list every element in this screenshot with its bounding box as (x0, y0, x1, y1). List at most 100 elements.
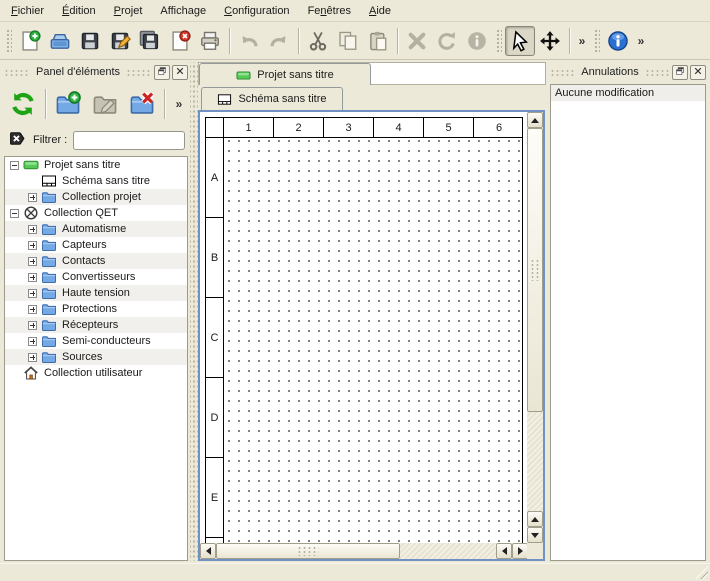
qelectrotech-window: FichierÉditionProjetAffichageConfigurati… (0, 0, 710, 581)
panel-toolbar-extension-button[interactable]: » (170, 95, 188, 113)
tree-item-recepteurs[interactable]: Récepteurs (5, 317, 187, 333)
vscroll-down-button[interactable] (527, 527, 543, 543)
vscroll-track[interactable] (527, 412, 543, 511)
toolbar-handle[interactable] (593, 28, 600, 54)
tree-item-collection-utilisateur[interactable]: Collection utilisateur (5, 365, 187, 381)
select-mode-button[interactable] (505, 26, 535, 56)
expander-minus-icon[interactable] (9, 160, 20, 171)
menu-configuration[interactable]: Configuration (215, 1, 298, 21)
project-icon (236, 68, 251, 83)
new-file-button[interactable] (15, 26, 45, 56)
tree-item-capteurs[interactable]: Capteurs (5, 237, 187, 253)
tab-schema[interactable]: Schéma sans titre (201, 87, 343, 110)
open-file-button[interactable] (45, 26, 75, 56)
vscroll-up-button[interactable] (527, 112, 543, 128)
expander-plus-icon[interactable] (27, 336, 38, 347)
tab-project[interactable]: Projet sans titre (199, 63, 371, 86)
vscroll-up2-button[interactable] (527, 511, 543, 527)
expander-minus-icon[interactable] (9, 208, 20, 219)
pan-mode-button[interactable] (535, 26, 565, 56)
expander-plus-icon[interactable] (27, 192, 38, 203)
row-label-E: E (206, 458, 223, 538)
edit-category-button[interactable] (88, 87, 122, 121)
expander-plus-icon[interactable] (27, 256, 38, 267)
close-file-button[interactable] (165, 26, 195, 56)
tree-item-automatisme[interactable]: Automatisme (5, 221, 187, 237)
dock-close-button[interactable] (690, 65, 706, 80)
tree-item-sources[interactable]: Sources (5, 349, 187, 365)
tree-item-collection-projet[interactable]: Collection projet (5, 189, 187, 205)
dock-float-button[interactable] (154, 65, 170, 80)
expander-plus-icon[interactable] (27, 288, 38, 299)
redo-button[interactable] (264, 26, 294, 56)
delete-category-button[interactable] (125, 87, 159, 121)
expander-plus-icon[interactable] (27, 272, 38, 283)
hscroll-left-button[interactable] (200, 543, 216, 559)
panel-splitter[interactable] (190, 62, 198, 561)
copy-button[interactable] (333, 26, 363, 56)
tree-item-schema-sans-titre[interactable]: Schéma sans titre (5, 173, 187, 189)
menu-aide[interactable]: Aide (360, 1, 400, 21)
expander-plus-icon[interactable] (27, 240, 38, 251)
tree-item-protections[interactable]: Protections (5, 301, 187, 317)
expander-plus-icon[interactable] (27, 224, 38, 235)
element-info-button[interactable] (462, 26, 492, 56)
menu-fenetres[interactable]: Fenêtres (299, 1, 360, 21)
column-label-4: 4 (374, 118, 424, 137)
copy-icon (334, 27, 362, 55)
new-category-button[interactable] (51, 87, 85, 121)
toolbar-extension-button[interactable]: » (574, 30, 590, 52)
undo-panel-titlebar: Annulations (548, 62, 708, 82)
toolbar-handle[interactable] (5, 28, 12, 54)
menu-projet[interactable]: Projet (105, 1, 152, 21)
dock-float-button[interactable] (672, 65, 688, 80)
delete-button[interactable] (402, 26, 432, 56)
toolbar-extension-button[interactable]: » (633, 30, 649, 52)
new-document-icon (16, 27, 44, 55)
paste-button[interactable] (363, 26, 393, 56)
expander-plus-icon[interactable] (27, 352, 38, 363)
undo-button[interactable] (234, 26, 264, 56)
hscroll-right-button[interactable] (512, 543, 528, 559)
undo-list-item[interactable]: Aucune modification (551, 85, 705, 101)
save-button[interactable] (75, 26, 105, 56)
dock-close-button[interactable] (172, 65, 188, 80)
tree-line (27, 176, 38, 187)
project-area: Projet sans titre Schéma sans titre 1234… (198, 62, 546, 561)
tree-item-haute-tension[interactable]: Haute tension (5, 285, 187, 301)
save-all-button[interactable] (135, 26, 165, 56)
hscroll-thumb[interactable] (216, 543, 400, 559)
tree-item-projet-sans-titre[interactable]: Projet sans titre (5, 157, 187, 173)
resize-grip[interactable] (695, 566, 708, 579)
tree-item-semi-conducteurs[interactable]: Semi-conducteurs (5, 333, 187, 349)
column-label-2: 2 (274, 118, 324, 137)
reload-collections-button[interactable] (6, 87, 40, 121)
menu-fichier[interactable]: Fichier (2, 1, 53, 21)
schema-canvas[interactable]: 123456 ABCDE (200, 112, 543, 559)
cut-icon (304, 27, 332, 55)
save-as-button[interactable] (105, 26, 135, 56)
menu-edition[interactable]: Édition (53, 1, 105, 21)
hscroll-left2-button[interactable] (496, 543, 512, 559)
vscroll-thumb[interactable] (527, 128, 543, 412)
toolbar-separator (229, 28, 230, 54)
close-document-icon (166, 27, 194, 55)
filter-input[interactable] (73, 131, 185, 150)
menu-affichage[interactable]: Affichage (151, 1, 215, 21)
tree-item-contacts[interactable]: Contacts (5, 253, 187, 269)
frame-corner-cell (206, 118, 224, 137)
rotate-button[interactable] (432, 26, 462, 56)
hscroll-track[interactable] (400, 543, 496, 559)
about-button[interactable] (603, 26, 633, 56)
print-button[interactable] (195, 26, 225, 56)
column-label-3: 3 (324, 118, 374, 137)
tree-item-collection-qet[interactable]: Collection QET (5, 205, 187, 221)
expander-plus-icon[interactable] (27, 320, 38, 331)
clear-filter-button[interactable] (7, 130, 27, 150)
tree-item-label: Schéma sans titre (62, 175, 150, 187)
main-toolbar: »» (0, 22, 710, 60)
cut-button[interactable] (303, 26, 333, 56)
expander-plus-icon[interactable] (27, 304, 38, 315)
tree-item-convertisseurs[interactable]: Convertisseurs (5, 269, 187, 285)
toolbar-handle[interactable] (495, 28, 502, 54)
